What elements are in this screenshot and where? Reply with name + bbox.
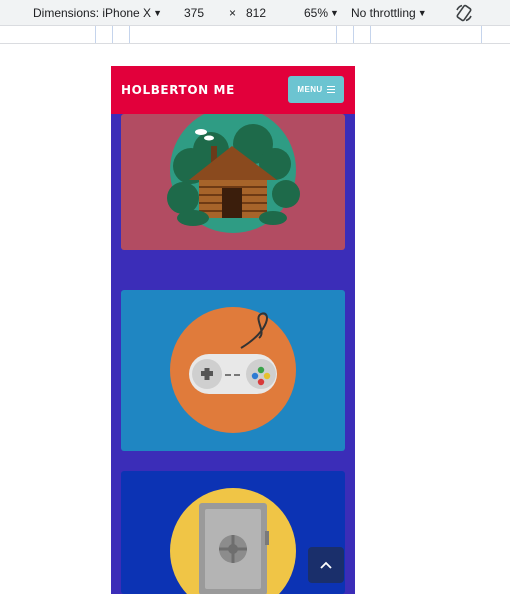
hamburger-icon xyxy=(326,84,335,95)
back-to-top-button[interactable] xyxy=(308,547,344,583)
device-toolbar: Dimensions: iPhone X ▼ 375 × 812 65% ▼ No … xyxy=(0,0,510,26)
caret-down-icon: ▼ xyxy=(153,8,162,18)
log-cabin-icon xyxy=(167,114,300,233)
menu-button-label: MENU xyxy=(297,85,323,94)
device-select-label: Dimensions: iPhone X xyxy=(33,6,152,20)
dimension-separator: × xyxy=(229,6,237,20)
project-card-cabin[interactable] xyxy=(121,114,345,250)
gamepad-icon xyxy=(170,307,296,433)
menu-button[interactable]: MENU xyxy=(288,76,344,103)
caret-down-icon: ▼ xyxy=(417,8,427,18)
device-viewport: HOLBERTON ME MENU xyxy=(111,66,355,594)
zoom-label: 65% xyxy=(304,6,329,20)
media-query-ruler[interactable] xyxy=(0,26,510,44)
site-header: HOLBERTON ME MENU xyxy=(111,66,355,114)
project-card-gamepad[interactable] xyxy=(121,290,345,451)
height-input[interactable]: 812 xyxy=(246,6,266,20)
throttling-select[interactable]: No throttling ▼ xyxy=(351,6,427,20)
site-logo[interactable]: HOLBERTON ME xyxy=(121,83,235,97)
device-dimensions-select[interactable]: Dimensions: iPhone X ▼ xyxy=(33,6,162,20)
zoom-select[interactable]: 65% ▼ xyxy=(304,6,339,20)
rotate-icon[interactable] xyxy=(454,3,474,23)
throttling-label: No throttling xyxy=(351,6,416,20)
chevron-up-icon xyxy=(320,561,332,569)
width-input[interactable]: 375 xyxy=(184,6,204,20)
caret-down-icon: ▼ xyxy=(330,8,339,18)
